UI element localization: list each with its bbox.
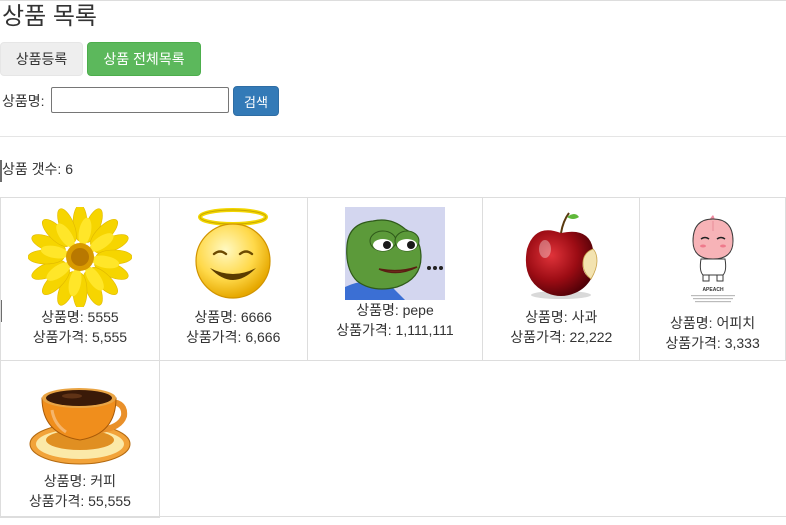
section-divider (0, 136, 786, 137)
product-card[interactable]: 상품명: 5555 상품가격: 5,555 (0, 197, 160, 361)
product-name: 상품명: pepe (356, 301, 434, 318)
product-name: 상품명: 사과 (525, 308, 598, 325)
sunflower-image (27, 206, 132, 307)
product-name: 상품명: 5555 (41, 308, 119, 325)
apple-image (526, 211, 598, 299)
product-price: 상품가격: 3,333 (665, 334, 760, 351)
top-divider (0, 0, 786, 1)
product-price: 상품가격: 22,222 (510, 328, 613, 345)
coffee-cup-image (29, 387, 131, 464)
product-price: 상품가격: 6,666 (186, 328, 281, 345)
search-button[interactable]: 검색 (233, 86, 279, 116)
product-card[interactable]: 상품명: 6666 상품가격: 6,666 (158, 197, 308, 361)
product-list-page: 상품 목록 상품등록 상품 전체목록 상품명: 검색 상품 갯수: 6 상품명:… (0, 0, 786, 525)
search-label: 상품명: (2, 93, 45, 109)
product-name: 상품명: 어피치 (670, 314, 756, 331)
product-card[interactable]: 상품명: 사과 상품가격: 22,222 (482, 197, 641, 361)
search-input[interactable] (51, 87, 229, 113)
product-price: 상품가격: 55,555 (28, 492, 131, 509)
apeach-caption: APEACH (702, 287, 724, 293)
pepe-frog-image (344, 206, 445, 300)
bottom-divider (0, 516, 786, 517)
product-grid: 상품명: 5555 상품가격: 5,555 상품명: 6666 상품가격: 6,… (0, 197, 786, 518)
page-title: 상품 목록 (2, 3, 97, 30)
product-card[interactable]: 상품명: 커피 상품가격: 55,555 (0, 360, 160, 518)
apeach-image: APEACH (690, 214, 735, 302)
product-name: 상품명: 6666 (194, 308, 272, 325)
product-count: 상품 갯수: 6 (2, 161, 73, 177)
product-price: 상품가격: 5,555 (32, 328, 128, 345)
product-price: 상품가격: 1,111,111 (336, 321, 454, 338)
angel-smiley-image (195, 207, 271, 299)
product-name: 상품명: 커피 (43, 472, 116, 489)
register-product-button[interactable]: 상품등록 (0, 42, 83, 76)
all-products-button[interactable]: 상품 전체목록 (87, 42, 201, 76)
product-card[interactable]: APEACH 상품명: 어피치 상품가격: 3,333 (639, 197, 786, 361)
product-card[interactable]: 상품명: pepe 상품가격: 1,111,111 (306, 197, 484, 361)
